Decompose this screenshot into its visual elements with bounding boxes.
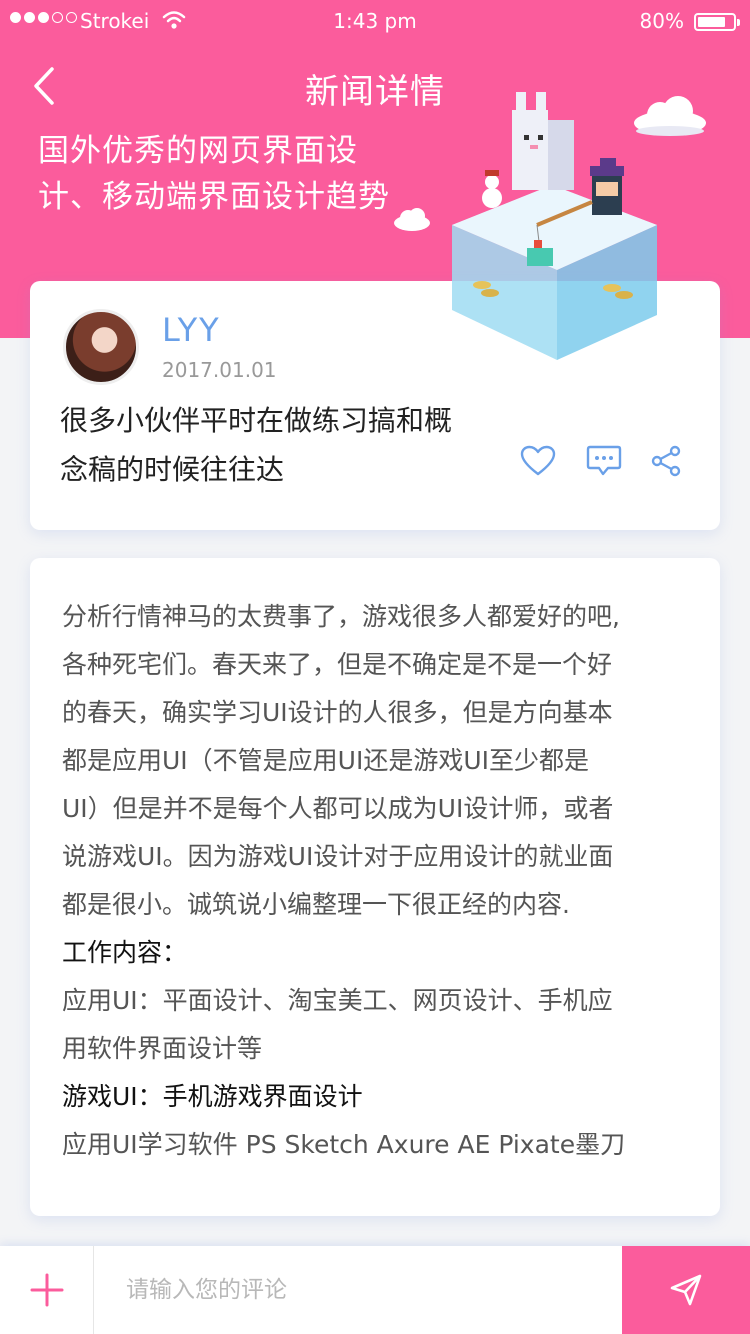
like-button[interactable] xyxy=(518,441,558,481)
article-line: 都是应用UI（不管是应用UI还是游戏UI至少都是 xyxy=(62,746,590,775)
avatar[interactable] xyxy=(63,309,139,385)
post-summary-line-2: 念稿的时候往往达 xyxy=(60,453,285,486)
heart-icon xyxy=(520,445,556,476)
add-attachment-button[interactable] xyxy=(0,1246,94,1334)
share-button[interactable] xyxy=(646,441,686,481)
post-summary: 很多小伙伴平时在做练习搞和概 念稿的时候往往达 xyxy=(60,396,520,494)
plus-icon xyxy=(30,1273,63,1307)
send-icon xyxy=(670,1274,702,1306)
comment-bar xyxy=(0,1246,750,1334)
battery-icon xyxy=(694,13,740,31)
game-ui-heading: 游戏UI：手机游戏界面设计 xyxy=(62,1082,363,1111)
app-ui-line: 用软件界面设计等 xyxy=(62,1034,263,1063)
article-line: 的春天，确实学习UI设计的人很多，但是方向基本 xyxy=(62,698,613,727)
headline-line-1: 国外优秀的网页界面设 xyxy=(38,133,358,169)
author-name[interactable]: LYY xyxy=(162,311,221,349)
comment-icon xyxy=(586,445,622,476)
work-content-heading: 工作内容： xyxy=(62,938,188,967)
post-summary-line-1: 很多小伙伴平时在做练习搞和概 xyxy=(60,404,453,437)
send-button[interactable] xyxy=(622,1246,750,1334)
article-card: 分析行情神马的太费事了，游戏很多人都爱好的吧, 各种死宅们。春天来了，但是不确定… xyxy=(30,558,720,1216)
software-line: 应用UI学习软件 PS Sketch Axure AE Pixate墨刀 xyxy=(62,1130,626,1159)
article-line: 各种死宅们。春天来了，但是不确定是不是一个好 xyxy=(62,650,613,679)
header-headline: 国外优秀的网页界面设 计、移动端界面设计趋势 xyxy=(38,128,418,220)
post-date: 2017.01.01 xyxy=(162,358,277,382)
article-line: UI）但是并不是每个人都可以成为UI设计师，或者 xyxy=(62,794,614,823)
article-line: 说游戏UI。因为游戏UI设计对于应用设计的就业面 xyxy=(62,842,614,871)
app-ui-line: 应用UI：平面设计、淘宝美工、网页设计、手机应 xyxy=(62,986,613,1015)
comment-button[interactable] xyxy=(584,441,624,481)
cloud-icon xyxy=(394,208,430,231)
isometric-island-illustration xyxy=(452,92,657,360)
status-time: 1:43 pm xyxy=(333,9,417,33)
battery-percent: 80% xyxy=(639,9,684,33)
headline-line-2: 计、移动端界面设计趋势 xyxy=(38,179,390,215)
status-bar: Strokei 1:43 pm 80% xyxy=(0,0,750,42)
article-line: 分析行情神马的太费事了，游戏很多人都爱好的吧, xyxy=(62,602,620,631)
comment-input[interactable] xyxy=(110,1266,610,1314)
article-body: 分析行情神马的太费事了，游戏很多人都爱好的吧, 各种死宅们。春天来了，但是不确定… xyxy=(62,593,702,1169)
share-icon xyxy=(651,445,681,477)
article-line: 都是很小。诚筑说小编整理一下很正经的内容. xyxy=(62,890,570,919)
